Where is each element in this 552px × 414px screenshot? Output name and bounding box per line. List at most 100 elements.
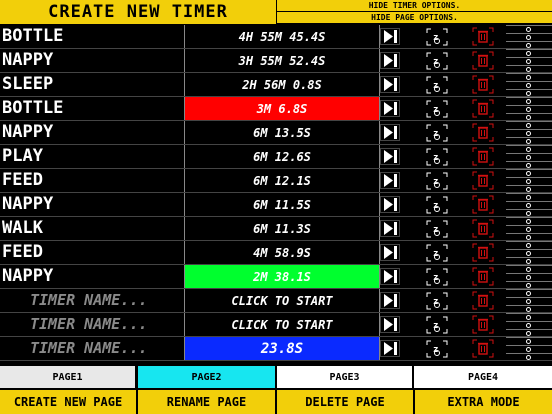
trash-icon[interactable] [472, 123, 494, 142]
timer-name-input[interactable]: TIMER NAME... [30, 337, 210, 360]
timer-name[interactable]: BOTTLE [2, 25, 182, 48]
play-skip-icon[interactable] [380, 124, 400, 141]
play-skip-icon[interactable] [380, 340, 400, 357]
trash-icon[interactable] [472, 171, 494, 190]
timer-display[interactable]: 6M 11.5S [184, 193, 380, 216]
rename-page-button[interactable]: RENAME PAGE [138, 390, 275, 414]
hide-page-options-button[interactable]: HIDE PAGE OPTIONS. [277, 12, 552, 23]
trash-icon[interactable] [472, 147, 494, 166]
timer-row: TIMER NAME... CLICK TO START z [0, 289, 552, 313]
play-skip-icon[interactable] [380, 76, 400, 93]
dot-icon [526, 171, 531, 176]
trash-icon[interactable] [472, 291, 494, 310]
trash-icon[interactable] [472, 219, 494, 238]
sleep-zzz-icon[interactable]: z [426, 244, 448, 262]
timer-name[interactable]: PLAY [2, 145, 182, 168]
row-options-dots-icon[interactable] [506, 169, 552, 192]
sleep-zzz-icon[interactable]: z [426, 340, 448, 358]
timer-name-input[interactable]: TIMER NAME... [30, 289, 210, 312]
play-skip-icon[interactable] [380, 292, 400, 309]
dot-divider [506, 353, 552, 354]
row-options-dots-icon[interactable] [506, 193, 552, 216]
create-new-page-button[interactable]: CREATE NEW PAGE [0, 390, 136, 414]
timer-name[interactable]: FEED [2, 169, 182, 192]
play-skip-icon[interactable] [380, 196, 400, 213]
timer-display[interactable]: 6M 12.1S [184, 169, 380, 192]
timer-name[interactable]: WALK [2, 217, 182, 240]
play-skip-icon[interactable] [380, 268, 400, 285]
timer-name[interactable]: NAPPY [2, 121, 182, 144]
trash-icon[interactable] [472, 267, 494, 286]
hide-timer-options-button[interactable]: HIDE TIMER OPTIONS. [277, 0, 552, 11]
play-skip-icon[interactable] [380, 316, 400, 333]
play-skip-icon[interactable] [380, 52, 400, 69]
tab-page3[interactable]: PAGE3 [277, 366, 412, 388]
row-options-dots-icon[interactable] [506, 217, 552, 240]
row-options-dots-icon[interactable] [506, 49, 552, 72]
sleep-zzz-icon[interactable]: z [426, 220, 448, 238]
play-skip-icon[interactable] [380, 220, 400, 237]
extra-mode-button[interactable]: EXTRA MODE [415, 390, 552, 414]
timer-display[interactable]: 3H 55M 52.4S [184, 49, 380, 72]
timer-name-input[interactable]: TIMER NAME... [30, 313, 210, 336]
dot-divider [506, 257, 552, 258]
timer-name[interactable]: NAPPY [2, 49, 182, 72]
play-skip-icon[interactable] [380, 28, 400, 45]
row-options-dots-icon[interactable] [506, 145, 552, 168]
play-skip-icon[interactable] [380, 148, 400, 165]
play-skip-icon[interactable] [380, 172, 400, 189]
timer-name[interactable]: NAPPY [2, 265, 182, 288]
tab-page1[interactable]: PAGE1 [0, 366, 135, 388]
timer-name[interactable]: NAPPY [2, 193, 182, 216]
row-options-dots-icon[interactable] [506, 241, 552, 264]
row-options-dots-icon[interactable] [506, 97, 552, 120]
trash-icon[interactable] [472, 195, 494, 214]
create-new-timer-button[interactable]: CREATE NEW TIMER [0, 0, 276, 24]
timer-name[interactable]: BOTTLE [2, 97, 182, 120]
play-skip-icon[interactable] [380, 244, 400, 261]
row-options-dots-icon[interactable] [506, 25, 552, 48]
sleep-zzz-icon[interactable]: z [426, 172, 448, 190]
timer-display[interactable]: CLICK TO START [184, 289, 380, 312]
row-options-dots-icon[interactable] [506, 121, 552, 144]
timer-display[interactable]: 3M 6.8S [184, 97, 380, 120]
sleep-zzz-icon[interactable]: z [426, 148, 448, 166]
trash-icon[interactable] [472, 243, 494, 262]
sleep-zzz-icon[interactable]: z [426, 52, 448, 70]
row-options-dots-icon[interactable] [506, 73, 552, 96]
timer-display[interactable]: 6M 13.5S [184, 121, 380, 144]
trash-icon[interactable] [472, 339, 494, 358]
row-options-dots-icon[interactable] [506, 289, 552, 312]
sleep-zzz-icon[interactable]: z [426, 196, 448, 214]
timer-display[interactable]: 6M 12.6S [184, 145, 380, 168]
timer-display[interactable]: 2H 56M 0.8S [184, 73, 380, 96]
row-options-dots-icon[interactable] [506, 265, 552, 288]
timer-display[interactable]: 23.8S [184, 337, 380, 360]
timer-display[interactable]: 6M 11.3S [184, 217, 380, 240]
timer-display[interactable]: 4M 58.9S [184, 241, 380, 264]
dot-divider [506, 49, 552, 50]
sleep-zzz-icon[interactable]: z [426, 316, 448, 334]
timer-name[interactable]: SLEEP [2, 73, 182, 96]
timer-display[interactable]: 2M 38.1S [184, 265, 380, 288]
tab-page4[interactable]: PAGE4 [414, 366, 552, 388]
trash-icon[interactable] [472, 27, 494, 46]
timer-display[interactable]: CLICK TO START [184, 313, 380, 336]
trash-icon[interactable] [472, 75, 494, 94]
sleep-zzz-icon[interactable]: z [426, 292, 448, 310]
sleep-zzz-icon[interactable]: z [426, 268, 448, 286]
trash-icon[interactable] [472, 51, 494, 70]
trash-icon[interactable] [472, 315, 494, 334]
sleep-zzz-icon[interactable]: z [426, 124, 448, 142]
row-options-dots-icon[interactable] [506, 337, 552, 360]
tab-page2[interactable]: PAGE2 [138, 366, 275, 388]
sleep-zzz-icon[interactable]: z [426, 76, 448, 94]
trash-icon[interactable] [472, 99, 494, 118]
play-skip-icon[interactable] [380, 100, 400, 117]
sleep-zzz-icon[interactable]: z [426, 100, 448, 118]
timer-display[interactable]: 4H 55M 45.4S [184, 25, 380, 48]
sleep-zzz-icon[interactable]: z [426, 28, 448, 46]
row-options-dots-icon[interactable] [506, 313, 552, 336]
delete-page-button[interactable]: DELETE PAGE [277, 390, 413, 414]
timer-name[interactable]: FEED [2, 241, 182, 264]
